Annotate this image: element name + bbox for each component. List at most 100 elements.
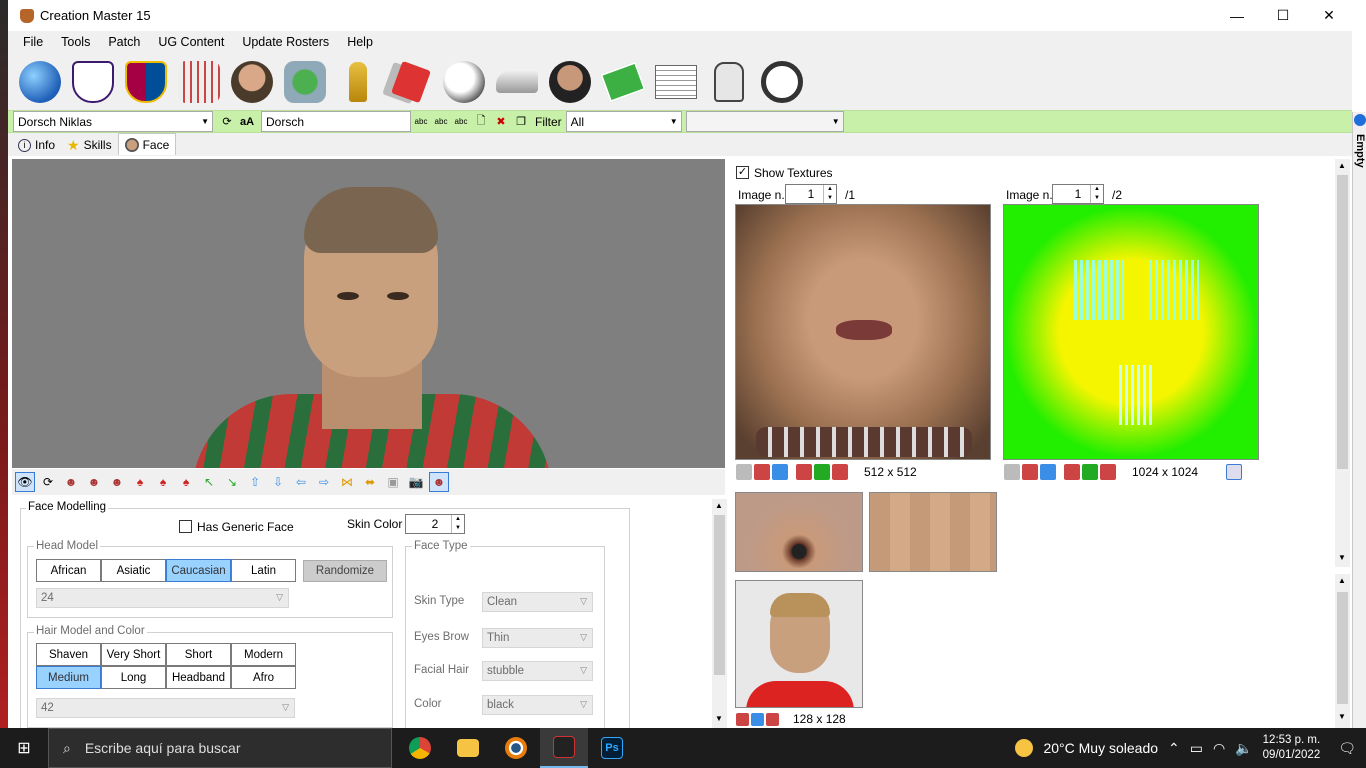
kit-render-icon[interactable]: ☻ (429, 472, 449, 492)
jersey-icon[interactable] (175, 58, 222, 105)
close-button[interactable]: ✕ (1306, 0, 1352, 31)
menu-tools[interactable]: Tools (52, 35, 99, 49)
skin-type-select[interactable]: Clean ▽ (482, 592, 593, 612)
randomize-button[interactable]: Randomize (303, 560, 387, 582)
file-explorer-icon[interactable] (444, 728, 492, 768)
color-picker-icon[interactable] (1226, 464, 1243, 480)
delete-texture-icon[interactable] (1100, 464, 1116, 480)
globe-icon[interactable] (16, 58, 63, 105)
3d-face-viewport[interactable] (12, 159, 725, 468)
show-textures-checkbox[interactable]: ✓ (736, 166, 749, 179)
scroll-thumb[interactable] (1337, 592, 1348, 704)
menu-ug-content[interactable]: UG Content (149, 35, 233, 49)
ball-icon[interactable] (440, 58, 487, 105)
menu-update-rosters[interactable]: Update Rosters (233, 35, 338, 49)
taskbar-search[interactable]: ⌕ Escribe aquí para buscar (48, 728, 392, 768)
stepper-arrows-icon[interactable]: ▲ ▼ (823, 185, 836, 203)
side-panel-icon[interactable] (1354, 114, 1366, 126)
face-panel-scrollbar[interactable]: ▲ ▼ (712, 499, 727, 728)
eye-texture-image[interactable] (735, 492, 863, 572)
shirt-side-icon[interactable]: ♠ (153, 472, 173, 492)
menu-help[interactable]: Help (338, 35, 382, 49)
abc-search-prev-icon[interactable]: abc (431, 112, 451, 132)
barcelona-crest-icon[interactable] (122, 58, 169, 105)
export-icon[interactable] (751, 712, 764, 726)
texture-panel-scrollbar[interactable]: ▲ ▼ (1335, 159, 1350, 567)
tab-skills[interactable]: ★ Skills (61, 135, 118, 155)
cards-icon[interactable] (387, 58, 434, 105)
head-model-select[interactable]: 24 ▽ (36, 588, 289, 608)
hair-headband-button[interactable]: Headband (166, 666, 231, 689)
scroll-thumb[interactable] (714, 515, 725, 675)
volume-icon[interactable]: 🔈 (1235, 740, 1252, 757)
notifications-icon[interactable]: 🗨 (1338, 740, 1356, 757)
search-input[interactable]: Dorsch (261, 111, 411, 132)
hair-model-select[interactable]: 42 ▽ (36, 698, 295, 718)
minimize-button[interactable]: — (1214, 0, 1260, 31)
battery-icon[interactable]: ▭ (1190, 740, 1203, 757)
shirt-front-icon[interactable]: ♠ (130, 472, 150, 492)
blender-icon[interactable] (492, 728, 540, 768)
hair-shaven-button[interactable]: Shaven (36, 643, 101, 666)
chrome-icon[interactable] (396, 728, 444, 768)
delete-texture-icon[interactable] (832, 464, 848, 480)
export-icon[interactable] (772, 464, 788, 480)
boots-icon[interactable] (493, 58, 540, 105)
camera-icon[interactable]: 📷 (406, 472, 426, 492)
head-left-icon[interactable]: ☻ (84, 472, 104, 492)
secondary-filter-select[interactable]: ▼ (685, 111, 844, 132)
arrow-upleft-icon[interactable]: ↖ (199, 472, 219, 492)
import-alpha-icon[interactable] (796, 464, 812, 480)
scroll-down-icon[interactable]: ▼ (1338, 712, 1346, 721)
pitch-icon[interactable] (599, 58, 646, 105)
hair-long-button[interactable]: Long (101, 666, 166, 689)
stadium-icon[interactable] (281, 58, 328, 105)
right-image-stepper[interactable]: 1 ▲ ▼ (1052, 184, 1104, 204)
tab-face[interactable]: Face (117, 133, 177, 155)
photoshop-icon[interactable]: Ps (588, 728, 636, 768)
hair-afro-button[interactable]: Afro (231, 666, 296, 689)
export-alpha-icon[interactable] (814, 464, 830, 480)
player-icon[interactable] (228, 58, 275, 105)
export-alpha-icon[interactable] (1082, 464, 1098, 480)
zoom-out-icon[interactable]: ⬌ (360, 472, 380, 492)
skin-texture-image[interactable] (869, 492, 997, 572)
scroll-down-icon[interactable]: ▼ (1338, 553, 1346, 562)
side-panel-label[interactable]: Empty (1354, 134, 1366, 168)
new-item-icon[interactable]: 🗋 (471, 112, 491, 132)
headphones-icon[interactable] (758, 58, 805, 105)
zoom-in-icon[interactable]: ⋈ (337, 472, 357, 492)
creation-master-taskbar-icon[interactable] (540, 728, 588, 768)
player-photo-image[interactable] (735, 580, 863, 708)
hair-medium-button[interactable]: Medium (36, 666, 101, 689)
hair-very-short-button[interactable]: Very Short (101, 643, 166, 666)
facial-hair-select[interactable]: stubble ▽ (482, 661, 593, 681)
arrow-right-icon[interactable]: ⇨ (314, 472, 334, 492)
hair-modern-button[interactable]: Modern (231, 643, 296, 666)
tray-chevron-up-icon[interactable]: ⌃ (1168, 740, 1180, 757)
hair-texture-image[interactable] (1003, 204, 1259, 460)
eye-view-icon[interactable]: 👁 (15, 472, 35, 492)
color-select[interactable]: black ▽ (482, 695, 593, 715)
newspaper-icon[interactable] (652, 58, 699, 105)
delete-photo-icon[interactable] (766, 712, 779, 726)
wifi-icon[interactable]: ◠ (1213, 740, 1225, 757)
delete-item-icon[interactable]: ✖ (491, 112, 511, 132)
face-texture-image[interactable] (735, 204, 991, 460)
skin-color-stepper[interactable]: 2 ▲ ▼ (405, 514, 465, 534)
premier-league-icon[interactable] (69, 58, 116, 105)
manager-icon[interactable] (546, 58, 593, 105)
windows-start-icon[interactable]: ⊞ (0, 728, 48, 768)
head-asiatic-button[interactable]: Asiatic (101, 559, 166, 582)
arrow-down-icon[interactable]: ⇩ (268, 472, 288, 492)
menu-file[interactable]: File (14, 35, 52, 49)
export-icon[interactable] (1040, 464, 1056, 480)
weather-text[interactable]: 20°C Muy soleado (1043, 740, 1158, 756)
abc-search-first-icon[interactable]: abc (411, 112, 431, 132)
refresh-view-icon[interactable]: ⟳ (38, 472, 58, 492)
clock[interactable]: 12:53 p. m. 09/01/2022 (1263, 733, 1321, 763)
hair-short-button[interactable]: Short (166, 643, 231, 666)
scroll-up-icon[interactable]: ▲ (715, 501, 723, 510)
save-view-icon[interactable]: ▣ (383, 472, 403, 492)
head-caucasian-button[interactable]: Caucasian (166, 559, 231, 582)
